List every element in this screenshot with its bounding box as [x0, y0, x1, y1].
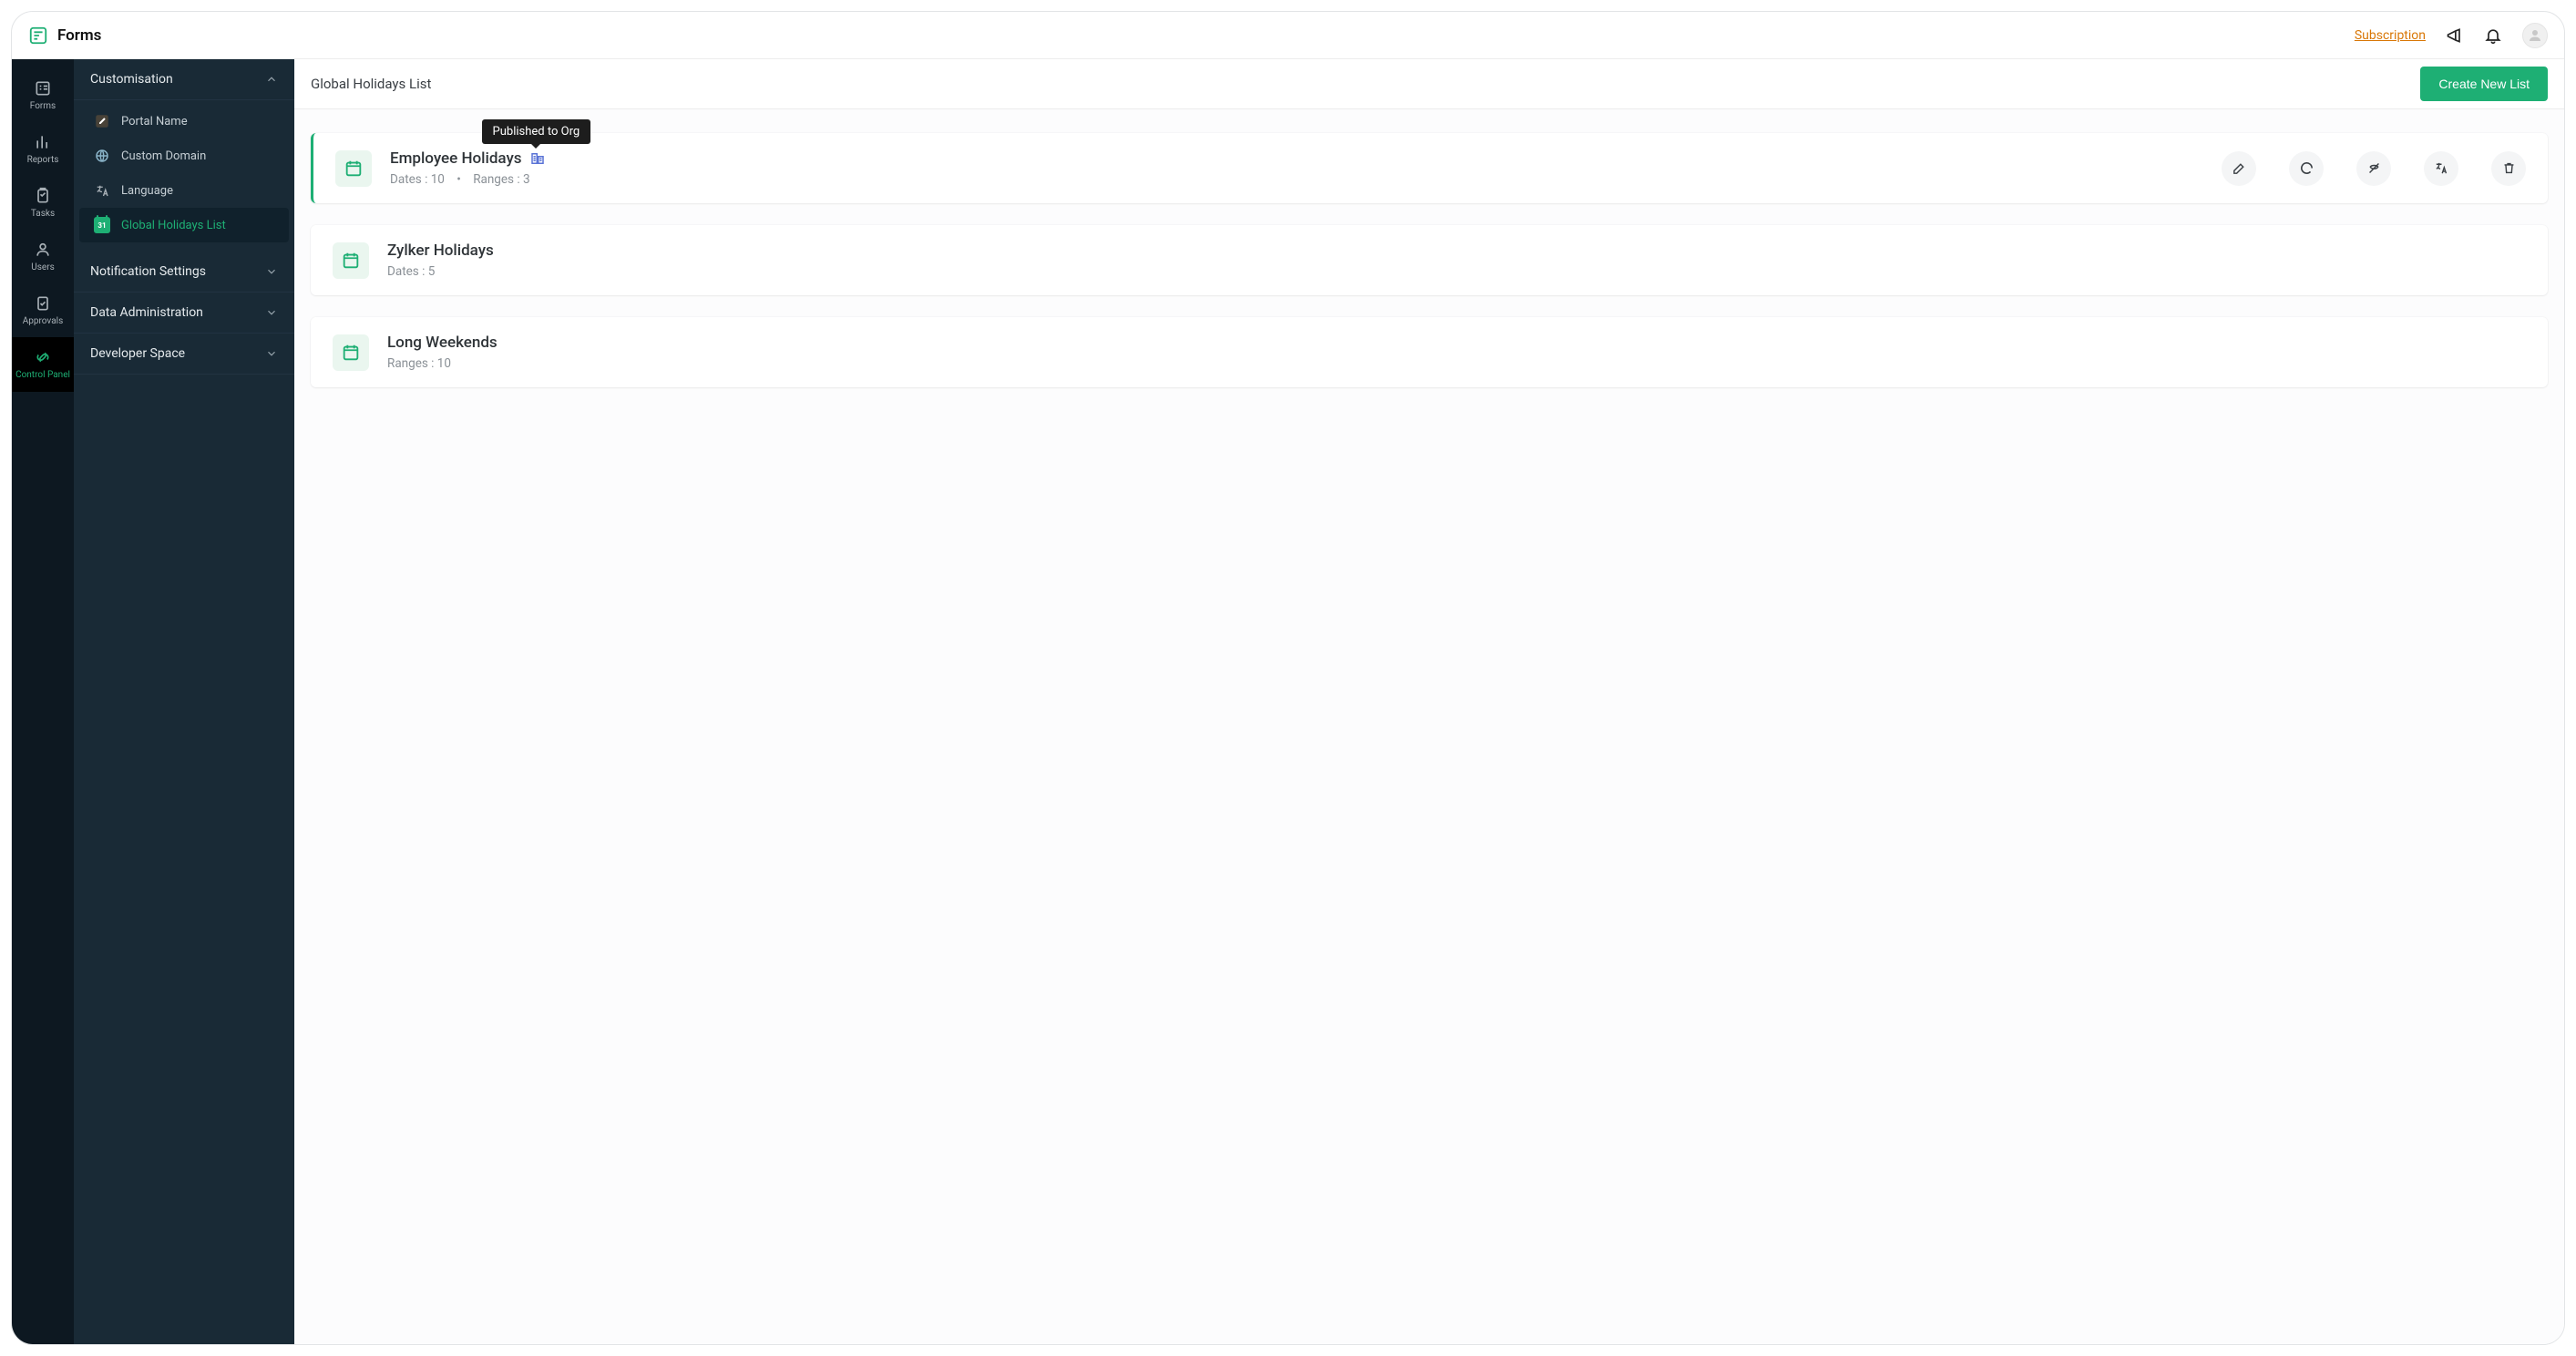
list-name: Zylker Holidays — [387, 241, 494, 260]
list-meta: Dates : 10 Ranges : 3 — [390, 172, 2203, 187]
list-name: Employee Holidays — [390, 149, 522, 168]
calendar-icon — [333, 334, 369, 371]
nav-rail: Forms Reports Tasks Users Approvals Cont… — [12, 59, 74, 1344]
avatar[interactable] — [2522, 23, 2548, 48]
main-content: Global Holidays List Create New List Emp… — [294, 59, 2564, 1344]
list-name: Long Weekends — [387, 334, 498, 352]
rail-reports[interactable]: Reports — [12, 122, 74, 176]
app-logo-icon — [28, 26, 48, 46]
rail-label: Forms — [30, 101, 56, 111]
sidebar-item-label: Custom Domain — [121, 149, 206, 163]
rail-label: Reports — [27, 155, 59, 165]
side-panel: Customisation Portal Name Custom Domain — [74, 59, 294, 1344]
group-label: Developer Space — [90, 346, 185, 361]
chevron-down-icon — [265, 347, 278, 360]
sidebar-item-global-holidays[interactable]: 31 Global Holidays List — [79, 208, 289, 242]
content-header: Global Holidays List Create New List — [294, 59, 2564, 109]
page-title: Global Holidays List — [311, 76, 431, 92]
group-data-administration[interactable]: Data Administration — [74, 293, 294, 334]
chevron-up-icon — [265, 73, 278, 86]
sidebar-item-portal-name[interactable]: Portal Name — [74, 104, 294, 139]
calendar-icon — [333, 242, 369, 279]
rail-label: Approvals — [23, 316, 63, 326]
content-body: Employee Holidays Published to Org Dates… — [294, 109, 2564, 1344]
rail-label: Users — [31, 262, 55, 272]
group-customisation[interactable]: Customisation — [74, 59, 294, 100]
top-bar: Forms Subscription — [12, 12, 2564, 59]
chevron-down-icon — [265, 265, 278, 278]
published-to-org-icon[interactable] — [529, 150, 546, 167]
group-developer-space[interactable]: Developer Space — [74, 334, 294, 375]
chevron-down-icon — [265, 306, 278, 319]
create-new-list-button[interactable]: Create New List — [2420, 67, 2548, 101]
holiday-list-card[interactable]: Employee Holidays Published to Org Dates… — [311, 133, 2548, 203]
rail-label: Tasks — [31, 209, 55, 219]
holiday-list-card[interactable]: Zylker Holidays Dates : 5 — [311, 225, 2548, 295]
rail-control-panel[interactable]: Control Panel — [12, 337, 74, 392]
rail-tasks[interactable]: Tasks — [12, 176, 74, 230]
sidebar-item-language[interactable]: Language — [74, 173, 294, 208]
edit-note-icon — [94, 113, 110, 129]
announcement-icon[interactable] — [2446, 26, 2464, 45]
sidebar-item-label: Language — [121, 184, 173, 198]
rail-users[interactable]: Users — [12, 230, 74, 283]
tooltip-published: Published to Org — [482, 119, 591, 144]
language-icon — [94, 182, 110, 199]
edit-button[interactable] — [2222, 151, 2256, 186]
rail-label: Control Panel — [15, 370, 70, 381]
rail-approvals[interactable]: Approvals — [12, 283, 74, 337]
group-label: Customisation — [90, 72, 173, 87]
globe-icon — [94, 148, 110, 164]
list-meta: Dates : 5 — [387, 264, 2526, 279]
sidebar-item-label: Portal Name — [121, 115, 188, 128]
group-label: Notification Settings — [90, 264, 206, 279]
app-title: Forms — [57, 26, 101, 45]
sidebar-item-custom-domain[interactable]: Custom Domain — [74, 139, 294, 173]
unpublish-button[interactable] — [2356, 151, 2391, 186]
calendar-icon — [335, 150, 372, 187]
rail-forms[interactable]: Forms — [12, 68, 74, 122]
holiday-list-card[interactable]: Long Weekends Ranges : 10 — [311, 317, 2548, 387]
translate-button[interactable] — [2424, 151, 2458, 186]
subscription-link[interactable]: Subscription — [2355, 28, 2426, 43]
list-meta: Ranges : 10 — [387, 356, 2526, 371]
calendar-31-icon: 31 — [94, 217, 110, 233]
group-label: Data Administration — [90, 305, 203, 320]
bell-icon[interactable] — [2484, 26, 2502, 45]
sync-button[interactable] — [2289, 151, 2324, 186]
group-notification-settings[interactable]: Notification Settings — [74, 252, 294, 293]
sidebar-item-label: Global Holidays List — [121, 219, 226, 232]
delete-button[interactable] — [2491, 151, 2526, 186]
